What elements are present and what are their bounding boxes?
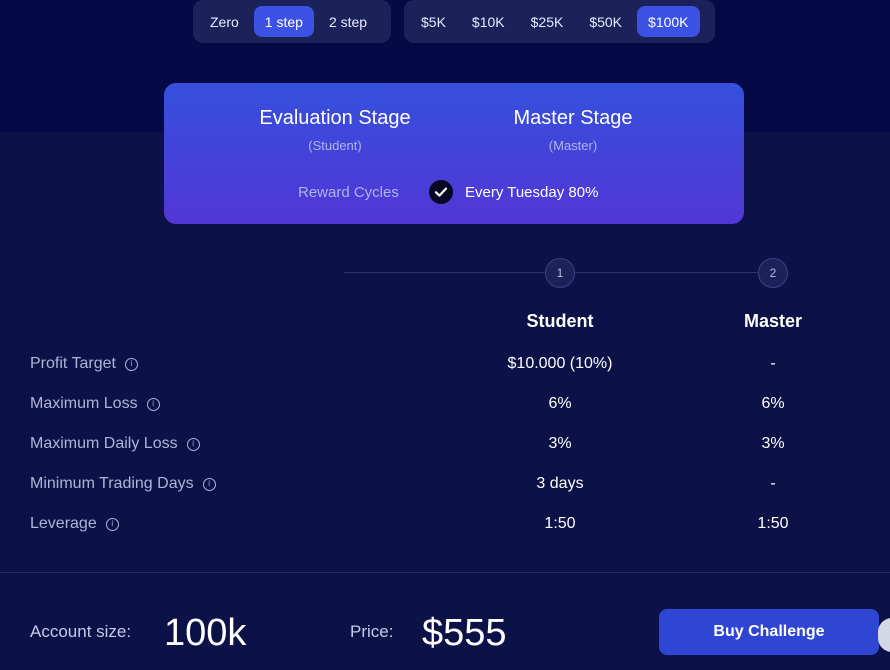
cell-student-leverage: 1:50 bbox=[544, 515, 576, 532]
account-size-label: Account size: bbox=[30, 622, 132, 641]
row-label-text: Maximum Loss bbox=[30, 395, 138, 412]
size-option-50k[interactable]: $50K bbox=[578, 6, 633, 37]
evaluation-stage: Evaluation Stage (Student) bbox=[215, 107, 455, 153]
step-marker-2: 2 bbox=[758, 258, 788, 288]
price-label: Price: bbox=[350, 622, 394, 641]
cell-master-maximum-loss: 6% bbox=[761, 395, 785, 412]
column-header-student: Student bbox=[526, 311, 594, 331]
master-stage-title: Master Stage bbox=[513, 107, 633, 129]
size-option-100k[interactable]: $100K bbox=[637, 6, 700, 37]
step-marker-1: 1 bbox=[545, 258, 575, 288]
master-stage: Master Stage (Master) bbox=[453, 107, 693, 153]
cell-master-profit-target: - bbox=[770, 355, 776, 372]
info-icon[interactable]: i bbox=[124, 357, 138, 371]
account-size-toggle: $5K $10K $25K $50K $100K bbox=[404, 0, 715, 43]
footer-divider bbox=[0, 572, 890, 573]
row-label-leverage: Leverage i bbox=[30, 514, 119, 534]
info-icon[interactable]: i bbox=[146, 397, 160, 411]
steps-toggle: Zero 1 step 2 step bbox=[193, 0, 391, 43]
row-label-profit-target: Profit Target i bbox=[30, 354, 138, 374]
size-option-10k[interactable]: $10K bbox=[461, 6, 516, 37]
steps-option-2-step[interactable]: 2 step bbox=[318, 6, 378, 37]
stage-card: Evaluation Stage (Student) Master Stage … bbox=[164, 83, 744, 224]
cell-student-minimum-trading-days: 3 days bbox=[536, 475, 584, 492]
account-size-value: 100k bbox=[164, 612, 247, 654]
reward-cycles-label: Reward Cycles bbox=[298, 184, 399, 201]
cell-master-minimum-trading-days: - bbox=[770, 475, 776, 492]
buy-challenge-button[interactable]: Buy Challenge bbox=[659, 609, 879, 655]
evaluation-stage-subtitle: (Student) bbox=[308, 138, 362, 153]
row-label-text: Leverage bbox=[30, 515, 97, 532]
column-header-master: Master bbox=[743, 311, 803, 331]
cell-student-profit-target: $10.000 (10%) bbox=[507, 355, 613, 372]
size-option-25k[interactable]: $25K bbox=[520, 6, 575, 37]
evaluation-stage-title: Evaluation Stage bbox=[259, 107, 411, 129]
reward-cycles-value: Every Tuesday 80% bbox=[465, 184, 599, 201]
steps-option-zero[interactable]: Zero bbox=[199, 6, 250, 37]
info-icon[interactable]: i bbox=[186, 437, 200, 451]
cell-student-maximum-loss: 6% bbox=[548, 395, 572, 412]
cell-master-maximum-daily-loss: 3% bbox=[761, 435, 785, 452]
row-label-maximum-loss: Maximum Loss i bbox=[30, 394, 160, 414]
row-label-text: Profit Target bbox=[30, 355, 116, 372]
pricing-page: Zero 1 step 2 step $5K $10K $25K $50K $1… bbox=[0, 0, 890, 670]
check-icon bbox=[429, 180, 453, 204]
size-option-5k[interactable]: $5K bbox=[410, 6, 457, 37]
row-label-text: Minimum Trading Days bbox=[30, 475, 194, 492]
steps-option-1-step[interactable]: 1 step bbox=[253, 6, 314, 37]
cell-student-maximum-daily-loss: 3% bbox=[548, 435, 572, 452]
cell-master-leverage: 1:50 bbox=[757, 515, 789, 532]
info-icon[interactable]: i bbox=[202, 477, 216, 491]
row-label-text: Maximum Daily Loss bbox=[30, 435, 178, 452]
row-label-maximum-daily-loss: Maximum Daily Loss i bbox=[30, 434, 200, 454]
row-label-minimum-trading-days: Minimum Trading Days i bbox=[30, 474, 216, 494]
master-stage-subtitle: (Master) bbox=[548, 138, 598, 153]
price-value: $555 bbox=[422, 612, 507, 654]
info-icon[interactable]: i bbox=[105, 517, 119, 531]
